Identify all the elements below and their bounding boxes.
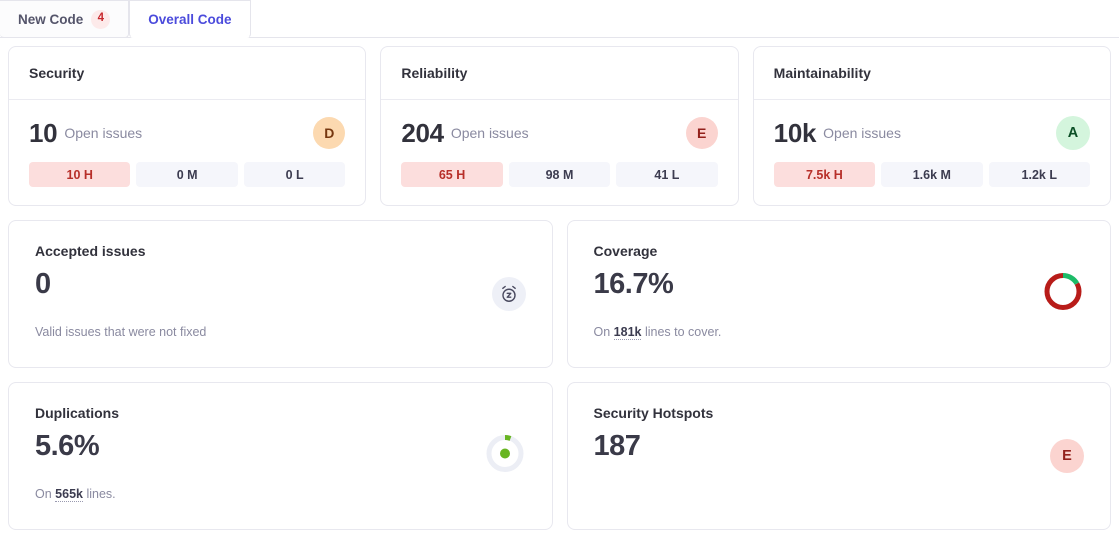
- accepted-issues-card: Accepted issues 0 Valid issues that were…: [8, 220, 553, 368]
- maintainability-card-title: Maintainability: [753, 47, 1110, 100]
- reliability-open-issues-label: Open issues: [450, 125, 529, 141]
- accepted-issues-title: Accepted issues: [35, 243, 146, 259]
- coverage-footer-prefix: On: [593, 325, 611, 339]
- maintainability-card: Maintainability 10k Open issues A 7.5k H…: [752, 46, 1111, 206]
- maintainability-pill-low[interactable]: 1.2k L: [988, 162, 1090, 187]
- maintainability-pill-medium[interactable]: 1.6k M: [881, 162, 983, 187]
- maintainability-metric-line: 10k Open issues A: [774, 116, 1090, 150]
- duplications-title: Duplications: [35, 405, 120, 421]
- reliability-card-body: 204 Open issues E 65 H 98 M 41 L: [381, 100, 737, 205]
- security-open-issues-count[interactable]: 10: [29, 118, 58, 149]
- coverage-lines-to-cover[interactable]: 181k: [613, 325, 642, 340]
- coverage-value[interactable]: 16.7%: [594, 268, 1089, 301]
- maintainability-rating-badge[interactable]: A: [1055, 116, 1090, 150]
- maintainability-open-issues-label: Open issues: [823, 125, 901, 141]
- coverage-title: Coverage: [593, 243, 658, 259]
- security-open-issues-label: Open issues: [64, 125, 143, 141]
- quality-metrics-row: Security 10 Open issues D 10 H 0 M 0 L R…: [4, 46, 1115, 206]
- security-hotspots-card: Security Hotspots 187 E: [566, 382, 1111, 530]
- security-severity-pills: 10 H 0 M 0 L: [29, 162, 346, 187]
- security-rating-badge[interactable]: D: [313, 117, 346, 149]
- coverage-visual: [1042, 271, 1084, 318]
- tab-bar-filler: [250, 0, 1119, 38]
- coverage-donut-chart: [1044, 273, 1082, 310]
- reliability-severity-pills: 65 H 98 M 41 L: [401, 162, 718, 187]
- coverage-body: Coverage 16.7% On 181k lines to cover.: [568, 221, 1111, 367]
- maintainability-pill-high[interactable]: 7.5k H: [773, 162, 876, 187]
- security-metric-line: 10 Open issues D: [29, 116, 346, 150]
- duplications-visual: [484, 433, 526, 480]
- reliability-rating-badge[interactable]: E: [685, 117, 718, 149]
- security-hotspots-rating-badge[interactable]: E: [1050, 439, 1084, 473]
- maintainability-open-issues-count[interactable]: 10k: [774, 118, 817, 149]
- duplications-card: Duplications 5.6% On 565k lines.: [8, 382, 553, 530]
- tab-overall-code-label: Overall Code: [148, 11, 232, 27]
- accepted-issues-value[interactable]: 0: [35, 268, 530, 301]
- reliability-pill-medium[interactable]: 98 M: [508, 162, 611, 187]
- security-pill-low[interactable]: 0 L: [243, 162, 346, 187]
- duplications-donut-chart: [486, 435, 523, 472]
- tab-new-code-badge: 4: [91, 9, 111, 29]
- security-hotspots-body: Security Hotspots 187 E: [568, 383, 1111, 529]
- coverage-footer: On 181k lines to cover.: [593, 325, 722, 340]
- maintainability-severity-pills: 7.5k H 1.6k M 1.2k L: [773, 162, 1090, 187]
- duplications-value[interactable]: 5.6%: [35, 430, 530, 463]
- tab-new-code[interactable]: New Code 4: [0, 0, 130, 38]
- duplications-footer-suffix: lines.: [86, 487, 116, 501]
- tab-new-code-label: New Code: [18, 11, 84, 27]
- tab-overall-code[interactable]: Overall Code: [129, 0, 251, 38]
- reliability-open-issues-count[interactable]: 204: [401, 118, 444, 149]
- reliability-pill-low[interactable]: 41 L: [616, 162, 718, 187]
- reliability-card-title: Reliability: [381, 47, 738, 100]
- maintainability-card-body: 10k Open issues A 7.5k H 1.6k M 1.2k L: [754, 100, 1110, 205]
- accepted-coverage-row: Accepted issues 0 Valid issues that were…: [4, 220, 1115, 368]
- accepted-issues-body: Accepted issues 0 Valid issues that were…: [9, 221, 552, 367]
- code-scope-tabs: New Code 4 Overall Code: [0, 0, 1119, 38]
- reliability-card: Reliability 204 Open issues E 65 H 98 M …: [380, 46, 739, 206]
- security-card-body: 10 Open issues D 10 H 0 M 0 L: [9, 100, 365, 205]
- coverage-card: Coverage 16.7% On 181k lines to cover.: [566, 220, 1111, 368]
- security-pill-medium[interactable]: 0 M: [136, 162, 238, 187]
- security-hotspots-visual: E: [1050, 439, 1084, 473]
- duplications-body: Duplications 5.6% On 565k lines.: [9, 383, 552, 529]
- duplications-lines[interactable]: 565k: [55, 487, 83, 502]
- accepted-issues-visual: [491, 277, 526, 311]
- accepted-issues-description: Valid issues that were not fixed: [35, 325, 207, 339]
- security-pill-high[interactable]: 10 H: [29, 162, 131, 187]
- security-hotspots-title: Security Hotspots: [593, 405, 714, 421]
- reliability-metric-line: 204 Open issues E: [401, 116, 718, 150]
- security-card: Security 10 Open issues D 10 H 0 M 0 L: [8, 46, 367, 206]
- duplications-footer: On 565k lines.: [35, 487, 116, 502]
- duplications-hotspots-row: Duplications 5.6% On 565k lines. Securit…: [4, 382, 1115, 530]
- security-card-title: Security: [9, 47, 366, 100]
- security-hotspots-value[interactable]: 187: [594, 430, 1089, 463]
- snooze-alarm-clock-icon: [491, 277, 526, 311]
- reliability-pill-high[interactable]: 65 H: [401, 162, 503, 187]
- duplications-footer-prefix: On: [35, 487, 52, 501]
- coverage-footer-suffix: lines to cover.: [644, 325, 722, 339]
- overall-code-dashboard: Security 10 Open issues D 10 H 0 M 0 L R…: [0, 38, 1119, 530]
